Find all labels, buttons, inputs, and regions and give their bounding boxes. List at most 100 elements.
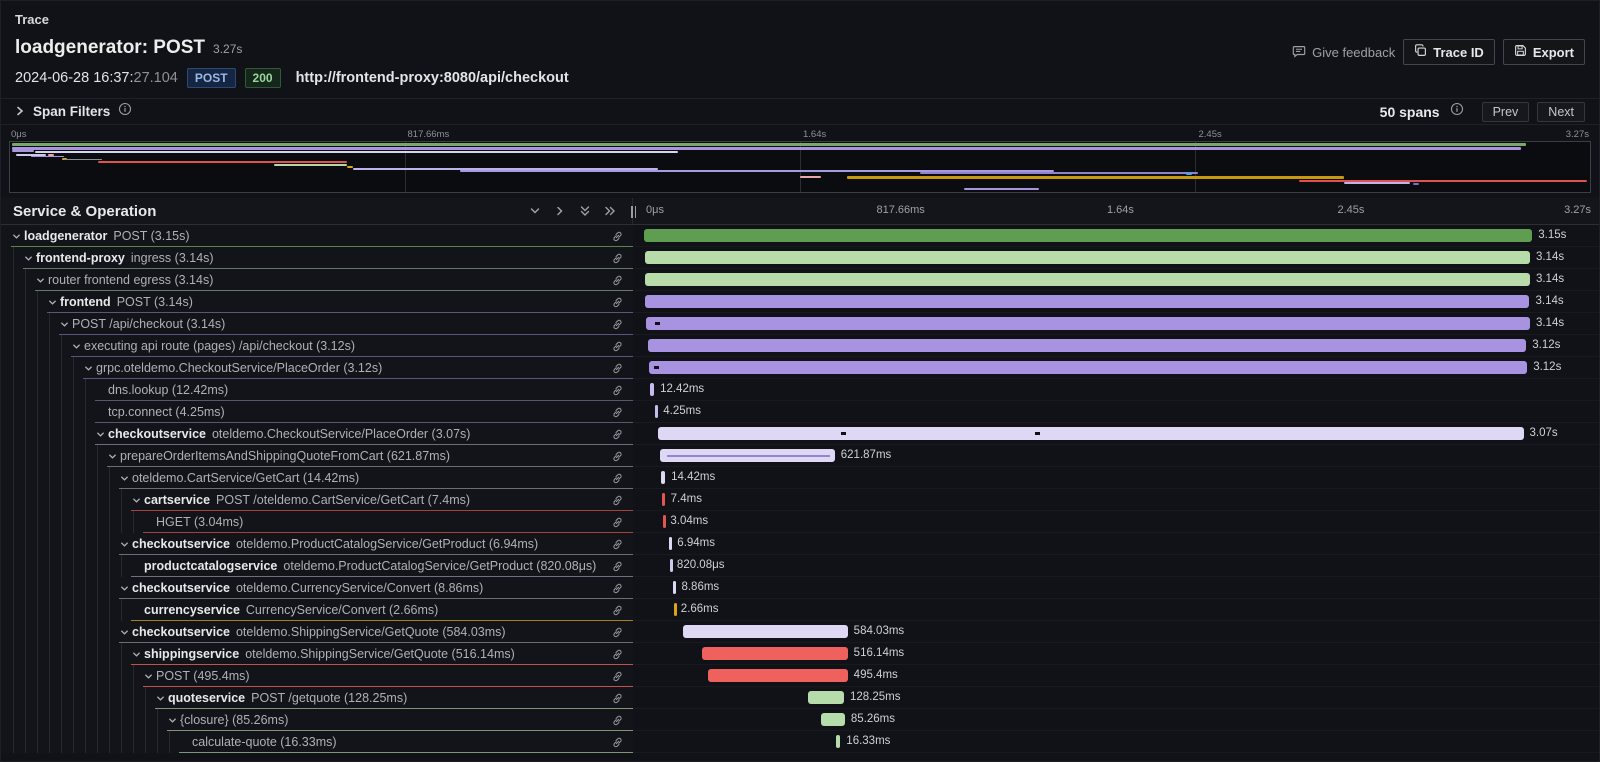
- collapse-caret-icon[interactable]: [35, 275, 48, 286]
- span-link-icon[interactable]: [611, 494, 633, 507]
- span-name-cell[interactable]: loadgeneratorPOST (3.15s): [1, 225, 633, 247]
- span-link-icon[interactable]: [611, 296, 633, 309]
- span-link-icon[interactable]: [611, 450, 633, 463]
- span-name-cell[interactable]: HGET (3.04ms): [1, 511, 633, 533]
- span-duration-bar[interactable]: [655, 405, 658, 418]
- collapse-caret-icon[interactable]: [47, 297, 60, 308]
- info-icon[interactable]: [118, 102, 132, 121]
- span-name-cell[interactable]: checkoutserviceoteldemo.ShippingService/…: [1, 621, 633, 643]
- export-button[interactable]: Export: [1503, 39, 1585, 65]
- span-name-cell[interactable]: shippingserviceoteldemo.ShippingService/…: [1, 643, 633, 665]
- collapse-caret-icon[interactable]: [119, 583, 132, 594]
- span-link-icon[interactable]: [611, 538, 633, 551]
- collapse-caret-icon[interactable]: [23, 253, 36, 264]
- span-duration-bar[interactable]: [646, 317, 1530, 330]
- span-duration-bar[interactable]: [644, 229, 1532, 242]
- span-duration-bar[interactable]: [808, 691, 844, 704]
- span-link-icon[interactable]: [611, 648, 633, 661]
- prev-button[interactable]: Prev: [1482, 102, 1530, 122]
- span-duration-bar[interactable]: [674, 603, 677, 616]
- collapse-caret-icon[interactable]: [131, 495, 144, 506]
- span-filters-toggle[interactable]: Span Filters: [15, 102, 132, 121]
- expand-all-icon[interactable]: [604, 205, 616, 217]
- span-name-cell[interactable]: POST (495.4ms): [1, 665, 633, 687]
- collapse-caret-icon[interactable]: [119, 539, 132, 550]
- span-name-cell[interactable]: frontend-proxyingress (3.14s): [1, 247, 633, 269]
- span-name-cell[interactable]: POST /api/checkout (3.14s): [1, 313, 633, 335]
- span-name-cell[interactable]: checkoutserviceoteldemo.CurrencyService/…: [1, 577, 633, 599]
- span-duration-bar[interactable]: [645, 251, 1530, 264]
- span-link-icon[interactable]: [611, 428, 633, 441]
- info-icon[interactable]: [1450, 102, 1464, 121]
- minimap-chart[interactable]: [9, 141, 1591, 193]
- span-duration-bar[interactable]: [660, 449, 835, 462]
- span-name-cell[interactable]: tcp.connect (4.25ms): [1, 401, 633, 423]
- span-name-cell[interactable]: prepareOrderItemsAndShippingQuoteFromCar…: [1, 445, 633, 467]
- collapse-caret-icon[interactable]: [11, 231, 24, 242]
- collapse-caret-icon[interactable]: [95, 429, 108, 440]
- collapse-caret-icon[interactable]: [119, 473, 132, 484]
- span-link-icon[interactable]: [611, 692, 633, 705]
- span-link-icon[interactable]: [611, 560, 633, 573]
- span-duration-bar[interactable]: [649, 361, 1528, 374]
- span-duration-bar[interactable]: [650, 383, 654, 396]
- span-name-cell[interactable]: dns.lookup (12.42ms): [1, 379, 633, 401]
- collapse-caret-icon[interactable]: [143, 671, 156, 682]
- span-name-cell[interactable]: cartservicePOST /oteldemo.CartService/Ge…: [1, 489, 633, 511]
- span-duration-bar[interactable]: [645, 273, 1530, 286]
- span-name-cell[interactable]: quoteservicePOST /getquote (128.25ms): [1, 687, 633, 709]
- collapse-caret-icon[interactable]: [119, 627, 132, 638]
- span-link-icon[interactable]: [611, 362, 633, 375]
- expand-one-icon[interactable]: [554, 205, 566, 217]
- collapse-one-icon[interactable]: [529, 205, 541, 217]
- span-name-cell[interactable]: checkoutserviceoteldemo.ProductCatalogSe…: [1, 533, 633, 555]
- span-name-cell[interactable]: checkoutserviceoteldemo.CheckoutService/…: [1, 423, 633, 445]
- collapse-caret-icon[interactable]: [59, 319, 72, 330]
- span-link-icon[interactable]: [611, 626, 633, 639]
- span-link-icon[interactable]: [611, 274, 633, 287]
- collapse-caret-icon[interactable]: [71, 341, 84, 352]
- span-link-icon[interactable]: [611, 736, 633, 749]
- span-link-icon[interactable]: [611, 670, 633, 683]
- collapse-caret-icon[interactable]: [83, 363, 96, 374]
- collapse-caret-icon[interactable]: [131, 649, 144, 660]
- span-name-cell[interactable]: frontendPOST (3.14s): [1, 291, 633, 313]
- trace-id-button[interactable]: Trace ID: [1403, 39, 1495, 65]
- collapse-caret-icon[interactable]: [155, 693, 168, 704]
- span-name-cell[interactable]: executing api route (pages) /api/checkou…: [1, 335, 633, 357]
- span-name-cell[interactable]: oteldemo.CartService/GetCart (14.42ms): [1, 467, 633, 489]
- span-duration-bar[interactable]: [669, 537, 672, 550]
- span-link-icon[interactable]: [611, 582, 633, 595]
- span-name-cell[interactable]: router frontend egress (3.14s): [1, 269, 633, 291]
- next-button[interactable]: Next: [1537, 102, 1585, 122]
- span-link-icon[interactable]: [611, 252, 633, 265]
- span-duration-bar[interactable]: [683, 625, 848, 638]
- span-name-cell[interactable]: calculate-quote (16.33ms): [1, 731, 633, 753]
- span-duration-bar[interactable]: [645, 295, 1529, 308]
- span-duration-bar[interactable]: [821, 713, 845, 726]
- span-link-icon[interactable]: [611, 340, 633, 353]
- give-feedback-link[interactable]: Give feedback: [1292, 44, 1395, 61]
- span-link-icon[interactable]: [611, 472, 633, 485]
- span-link-icon[interactable]: [611, 230, 633, 243]
- collapse-all-icon[interactable]: [579, 205, 591, 217]
- span-link-icon[interactable]: [611, 604, 633, 617]
- span-name-cell[interactable]: currencyserviceCurrencyService/Convert (…: [1, 599, 633, 621]
- span-duration-bar[interactable]: [663, 515, 666, 528]
- span-link-icon[interactable]: [611, 714, 633, 727]
- collapse-caret-icon[interactable]: [107, 451, 120, 462]
- span-duration-bar[interactable]: [673, 581, 676, 594]
- span-name-cell[interactable]: grpc.oteldemo.CheckoutService/PlaceOrder…: [1, 357, 633, 379]
- span-link-icon[interactable]: [611, 318, 633, 331]
- span-duration-bar[interactable]: [836, 735, 841, 748]
- span-duration-bar[interactable]: [702, 647, 848, 660]
- span-duration-bar[interactable]: [658, 427, 1524, 440]
- span-link-icon[interactable]: [611, 406, 633, 419]
- span-link-icon[interactable]: [611, 384, 633, 397]
- span-duration-bar[interactable]: [648, 339, 1527, 352]
- span-duration-bar[interactable]: [708, 669, 848, 682]
- collapse-caret-icon[interactable]: [167, 715, 180, 726]
- span-name-cell[interactable]: productcatalogserviceoteldemo.ProductCat…: [1, 555, 633, 577]
- span-duration-bar[interactable]: [670, 559, 673, 572]
- span-name-cell[interactable]: {closure} (85.26ms): [1, 709, 633, 731]
